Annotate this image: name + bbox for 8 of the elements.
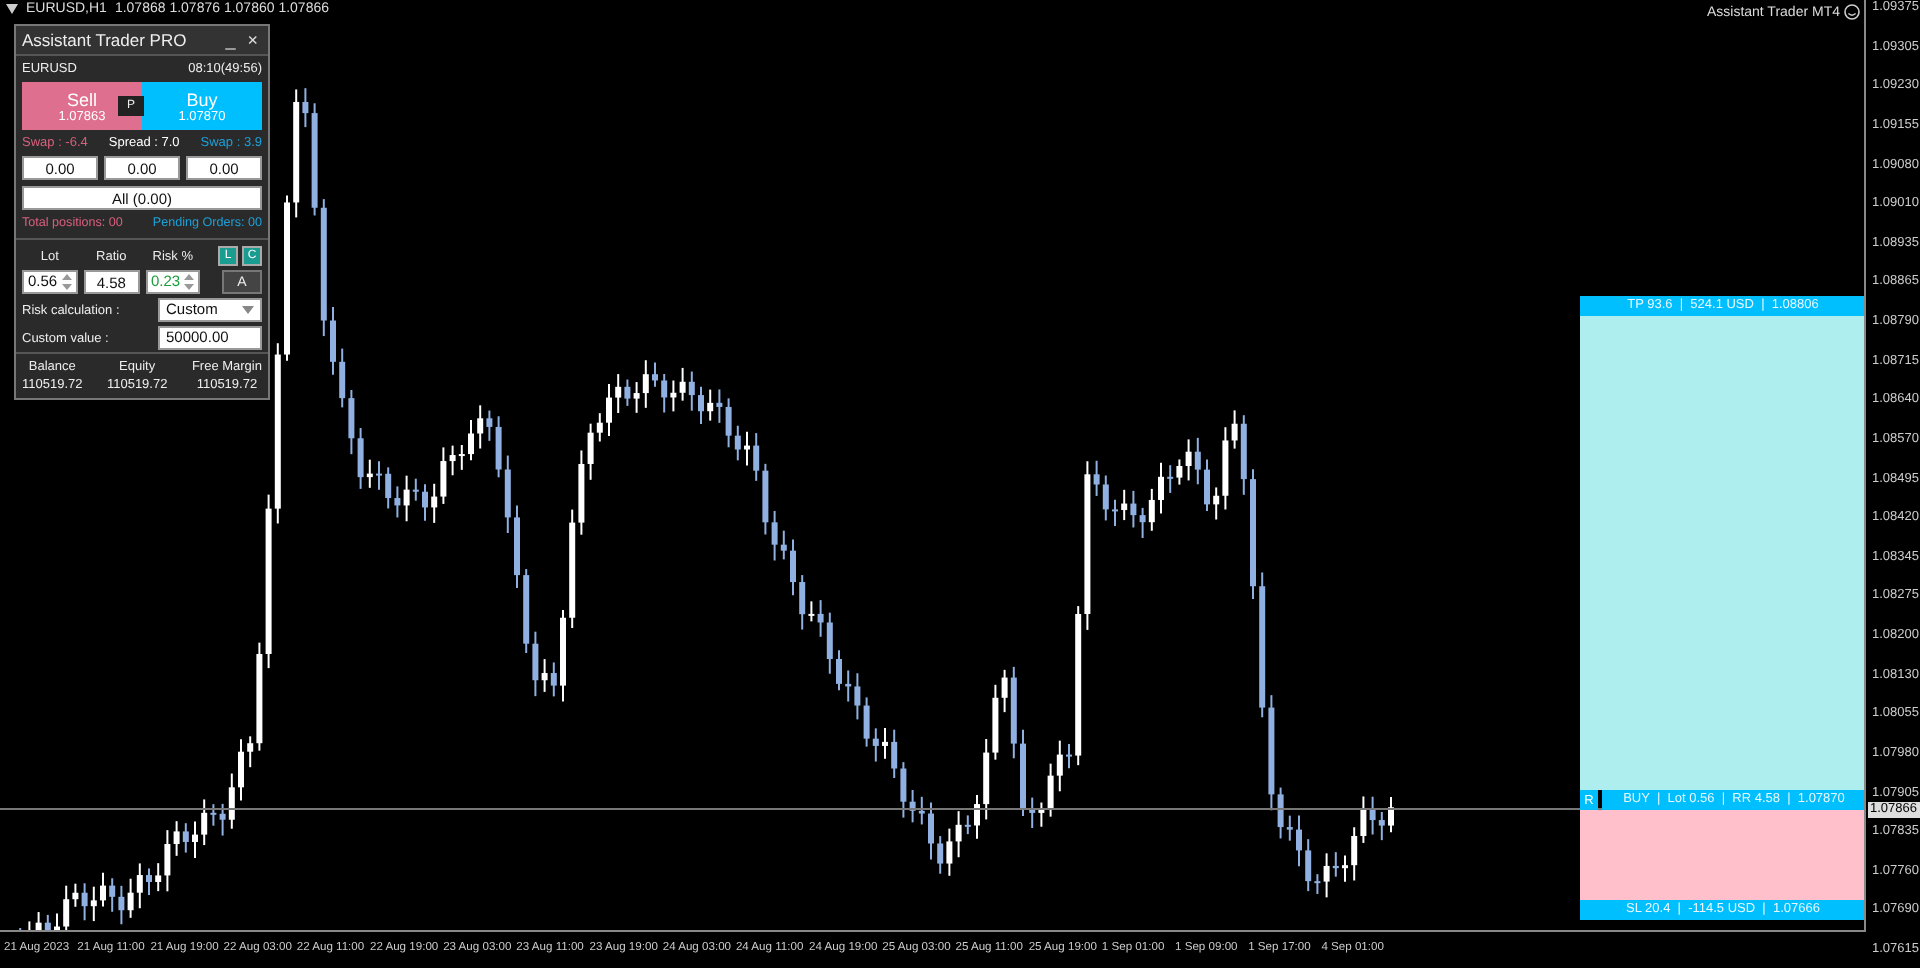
minimize-button[interactable]: _ xyxy=(221,31,240,49)
spinner-icon[interactable] xyxy=(184,274,195,290)
dropdown-triangle-icon[interactable] xyxy=(6,4,18,14)
caret-icon xyxy=(242,306,254,314)
close-button[interactable]: × xyxy=(243,31,262,49)
spinner-icon[interactable] xyxy=(61,274,72,290)
smiley-icon xyxy=(1844,4,1860,20)
panel-title: Assistant Trader PRO xyxy=(22,30,187,50)
